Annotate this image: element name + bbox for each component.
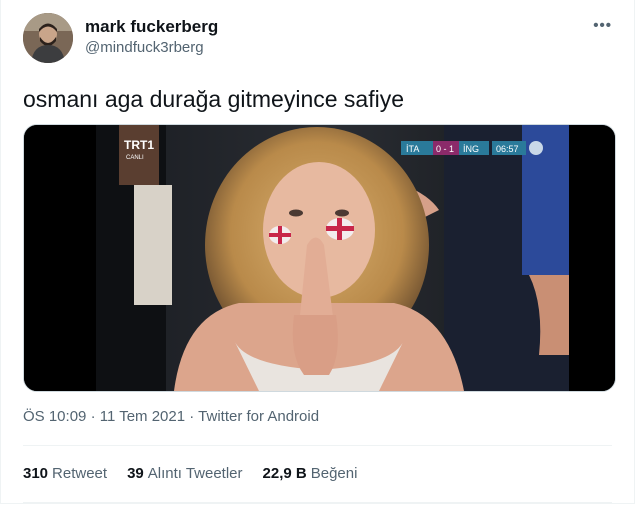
retweet-count[interactable]: 310 Retweet (23, 465, 107, 482)
tweet-stats: 310 Retweet 39 Alıntı Tweetler 22,9 B Beğen… (23, 465, 357, 482)
tweet-meta: ÖS 10:09 · 11 Tem 2021 · Twitter for And… (23, 408, 319, 425)
tweet-date[interactable]: 11 Tem 2021 (100, 408, 185, 425)
like-count[interactable]: 22,9 B Beğeni (263, 465, 358, 482)
tweet-client[interactable]: Twitter for Android (198, 408, 319, 425)
avatar[interactable] (23, 13, 73, 63)
author-name[interactable]: mark fuckerberg (85, 17, 218, 37)
channel-live-label: CANLI (126, 155, 144, 161)
team-away: İNG (463, 144, 479, 154)
avatar-image (23, 13, 73, 63)
meta-separator: · (90, 408, 96, 425)
tweet-time[interactable]: ÖS 10:09 (23, 408, 86, 425)
more-options-icon[interactable]: ••• (593, 17, 612, 34)
author-handle[interactable]: @mindfuck3rberg (85, 39, 204, 56)
quote-count[interactable]: 39 Alıntı Tweetler (127, 465, 242, 482)
team-home: İTA (406, 144, 419, 154)
channel-logo: TRT1 (124, 138, 154, 152)
meta-separator: · (189, 408, 195, 425)
divider (23, 502, 612, 503)
divider (23, 445, 612, 446)
tweet-media[interactable]: TRT1 CANLI İTA 0 - 1 İNG 06:57 (23, 124, 616, 392)
tweet-card: mark fuckerberg @mindfuck3rberg ••• osma… (0, 0, 635, 504)
match-time: 06:57 (496, 144, 519, 154)
scoreboard: İTA 0 - 1 İNG 06:57 (401, 141, 543, 155)
score: 0 - 1 (436, 144, 454, 154)
tweet-text: osmanı aga durağa gitmeyince safiye (23, 86, 404, 112)
media-image: TRT1 CANLI İTA 0 - 1 İNG 06:57 (24, 125, 615, 391)
